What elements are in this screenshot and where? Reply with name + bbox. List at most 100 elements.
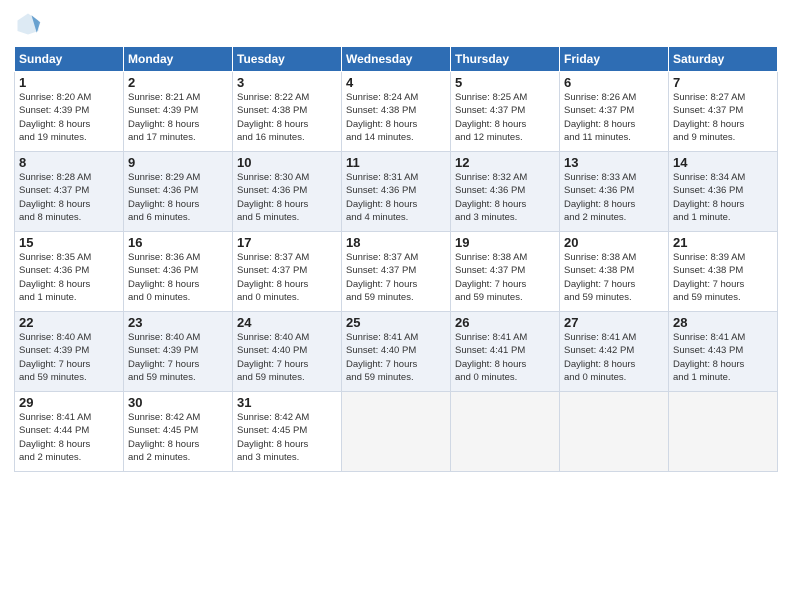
cell-info: Sunrise: 8:41 AM Sunset: 4:43 PM Dayligh…: [673, 331, 773, 384]
calendar-cell: 17Sunrise: 8:37 AM Sunset: 4:37 PM Dayli…: [233, 232, 342, 312]
day-number: 7: [673, 75, 773, 90]
cell-info: Sunrise: 8:38 AM Sunset: 4:38 PM Dayligh…: [564, 251, 664, 304]
logo: [14, 10, 46, 38]
cell-info: Sunrise: 8:29 AM Sunset: 4:36 PM Dayligh…: [128, 171, 228, 224]
day-number: 25: [346, 315, 446, 330]
calendar-cell: 21Sunrise: 8:39 AM Sunset: 4:38 PM Dayli…: [669, 232, 778, 312]
calendar-cell: 10Sunrise: 8:30 AM Sunset: 4:36 PM Dayli…: [233, 152, 342, 232]
day-number: 22: [19, 315, 119, 330]
weekday-header-row: SundayMondayTuesdayWednesdayThursdayFrid…: [15, 47, 778, 72]
day-number: 18: [346, 235, 446, 250]
calendar-week-row: 15Sunrise: 8:35 AM Sunset: 4:36 PM Dayli…: [15, 232, 778, 312]
weekday-header: Sunday: [15, 47, 124, 72]
calendar-week-row: 1Sunrise: 8:20 AM Sunset: 4:39 PM Daylig…: [15, 72, 778, 152]
cell-info: Sunrise: 8:35 AM Sunset: 4:36 PM Dayligh…: [19, 251, 119, 304]
calendar-cell: 25Sunrise: 8:41 AM Sunset: 4:40 PM Dayli…: [342, 312, 451, 392]
calendar-cell: 16Sunrise: 8:36 AM Sunset: 4:36 PM Dayli…: [124, 232, 233, 312]
day-number: 21: [673, 235, 773, 250]
day-number: 14: [673, 155, 773, 170]
cell-info: Sunrise: 8:41 AM Sunset: 4:44 PM Dayligh…: [19, 411, 119, 464]
cell-info: Sunrise: 8:40 AM Sunset: 4:39 PM Dayligh…: [19, 331, 119, 384]
calendar-cell: 26Sunrise: 8:41 AM Sunset: 4:41 PM Dayli…: [451, 312, 560, 392]
weekday-header: Wednesday: [342, 47, 451, 72]
day-number: 8: [19, 155, 119, 170]
day-number: 13: [564, 155, 664, 170]
day-number: 11: [346, 155, 446, 170]
cell-info: Sunrise: 8:41 AM Sunset: 4:42 PM Dayligh…: [564, 331, 664, 384]
day-number: 24: [237, 315, 337, 330]
cell-info: Sunrise: 8:36 AM Sunset: 4:36 PM Dayligh…: [128, 251, 228, 304]
calendar-cell: [451, 392, 560, 472]
weekday-header: Thursday: [451, 47, 560, 72]
logo-icon: [14, 10, 42, 38]
calendar-cell: 11Sunrise: 8:31 AM Sunset: 4:36 PM Dayli…: [342, 152, 451, 232]
calendar-cell: [669, 392, 778, 472]
calendar-cell: 13Sunrise: 8:33 AM Sunset: 4:36 PM Dayli…: [560, 152, 669, 232]
cell-info: Sunrise: 8:21 AM Sunset: 4:39 PM Dayligh…: [128, 91, 228, 144]
calendar-cell: 14Sunrise: 8:34 AM Sunset: 4:36 PM Dayli…: [669, 152, 778, 232]
cell-info: Sunrise: 8:40 AM Sunset: 4:39 PM Dayligh…: [128, 331, 228, 384]
day-number: 28: [673, 315, 773, 330]
cell-info: Sunrise: 8:42 AM Sunset: 4:45 PM Dayligh…: [237, 411, 337, 464]
day-number: 5: [455, 75, 555, 90]
calendar-cell: 6Sunrise: 8:26 AM Sunset: 4:37 PM Daylig…: [560, 72, 669, 152]
cell-info: Sunrise: 8:38 AM Sunset: 4:37 PM Dayligh…: [455, 251, 555, 304]
cell-info: Sunrise: 8:33 AM Sunset: 4:36 PM Dayligh…: [564, 171, 664, 224]
calendar-cell: 31Sunrise: 8:42 AM Sunset: 4:45 PM Dayli…: [233, 392, 342, 472]
day-number: 3: [237, 75, 337, 90]
calendar-cell: 5Sunrise: 8:25 AM Sunset: 4:37 PM Daylig…: [451, 72, 560, 152]
cell-info: Sunrise: 8:31 AM Sunset: 4:36 PM Dayligh…: [346, 171, 446, 224]
cell-info: Sunrise: 8:41 AM Sunset: 4:41 PM Dayligh…: [455, 331, 555, 384]
calendar-cell: 15Sunrise: 8:35 AM Sunset: 4:36 PM Dayli…: [15, 232, 124, 312]
calendar-cell: 3Sunrise: 8:22 AM Sunset: 4:38 PM Daylig…: [233, 72, 342, 152]
cell-info: Sunrise: 8:39 AM Sunset: 4:38 PM Dayligh…: [673, 251, 773, 304]
day-number: 27: [564, 315, 664, 330]
day-number: 9: [128, 155, 228, 170]
weekday-header: Saturday: [669, 47, 778, 72]
day-number: 4: [346, 75, 446, 90]
cell-info: Sunrise: 8:42 AM Sunset: 4:45 PM Dayligh…: [128, 411, 228, 464]
day-number: 6: [564, 75, 664, 90]
calendar-cell: 8Sunrise: 8:28 AM Sunset: 4:37 PM Daylig…: [15, 152, 124, 232]
day-number: 29: [19, 395, 119, 410]
cell-info: Sunrise: 8:25 AM Sunset: 4:37 PM Dayligh…: [455, 91, 555, 144]
cell-info: Sunrise: 8:20 AM Sunset: 4:39 PM Dayligh…: [19, 91, 119, 144]
calendar-table: SundayMondayTuesdayWednesdayThursdayFrid…: [14, 46, 778, 472]
day-number: 30: [128, 395, 228, 410]
cell-info: Sunrise: 8:26 AM Sunset: 4:37 PM Dayligh…: [564, 91, 664, 144]
calendar-cell: 28Sunrise: 8:41 AM Sunset: 4:43 PM Dayli…: [669, 312, 778, 392]
day-number: 19: [455, 235, 555, 250]
day-number: 2: [128, 75, 228, 90]
calendar-cell: 20Sunrise: 8:38 AM Sunset: 4:38 PM Dayli…: [560, 232, 669, 312]
calendar-cell: 19Sunrise: 8:38 AM Sunset: 4:37 PM Dayli…: [451, 232, 560, 312]
weekday-header: Monday: [124, 47, 233, 72]
calendar-cell: 29Sunrise: 8:41 AM Sunset: 4:44 PM Dayli…: [15, 392, 124, 472]
cell-info: Sunrise: 8:32 AM Sunset: 4:36 PM Dayligh…: [455, 171, 555, 224]
cell-info: Sunrise: 8:27 AM Sunset: 4:37 PM Dayligh…: [673, 91, 773, 144]
cell-info: Sunrise: 8:24 AM Sunset: 4:38 PM Dayligh…: [346, 91, 446, 144]
calendar-cell: [342, 392, 451, 472]
day-number: 23: [128, 315, 228, 330]
day-number: 12: [455, 155, 555, 170]
cell-info: Sunrise: 8:34 AM Sunset: 4:36 PM Dayligh…: [673, 171, 773, 224]
cell-info: Sunrise: 8:37 AM Sunset: 4:37 PM Dayligh…: [346, 251, 446, 304]
calendar-cell: [560, 392, 669, 472]
day-number: 15: [19, 235, 119, 250]
cell-info: Sunrise: 8:41 AM Sunset: 4:40 PM Dayligh…: [346, 331, 446, 384]
cell-info: Sunrise: 8:37 AM Sunset: 4:37 PM Dayligh…: [237, 251, 337, 304]
calendar-cell: 1Sunrise: 8:20 AM Sunset: 4:39 PM Daylig…: [15, 72, 124, 152]
day-number: 10: [237, 155, 337, 170]
calendar-cell: 4Sunrise: 8:24 AM Sunset: 4:38 PM Daylig…: [342, 72, 451, 152]
day-number: 1: [19, 75, 119, 90]
page-header: [14, 10, 778, 38]
calendar-week-row: 22Sunrise: 8:40 AM Sunset: 4:39 PM Dayli…: [15, 312, 778, 392]
calendar-cell: 30Sunrise: 8:42 AM Sunset: 4:45 PM Dayli…: [124, 392, 233, 472]
calendar-cell: 18Sunrise: 8:37 AM Sunset: 4:37 PM Dayli…: [342, 232, 451, 312]
cell-info: Sunrise: 8:28 AM Sunset: 4:37 PM Dayligh…: [19, 171, 119, 224]
calendar-cell: 24Sunrise: 8:40 AM Sunset: 4:40 PM Dayli…: [233, 312, 342, 392]
calendar-cell: 7Sunrise: 8:27 AM Sunset: 4:37 PM Daylig…: [669, 72, 778, 152]
calendar-cell: 9Sunrise: 8:29 AM Sunset: 4:36 PM Daylig…: [124, 152, 233, 232]
calendar-cell: 23Sunrise: 8:40 AM Sunset: 4:39 PM Dayli…: [124, 312, 233, 392]
cell-info: Sunrise: 8:30 AM Sunset: 4:36 PM Dayligh…: [237, 171, 337, 224]
calendar-cell: 27Sunrise: 8:41 AM Sunset: 4:42 PM Dayli…: [560, 312, 669, 392]
